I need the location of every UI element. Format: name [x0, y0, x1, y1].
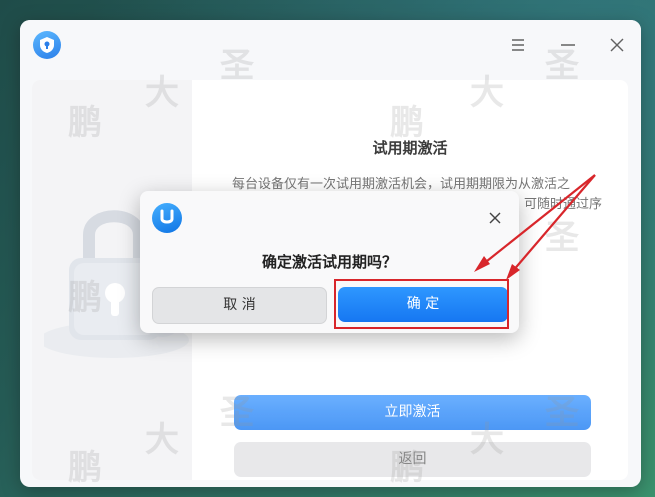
annotation-arrows	[474, 174, 596, 280]
